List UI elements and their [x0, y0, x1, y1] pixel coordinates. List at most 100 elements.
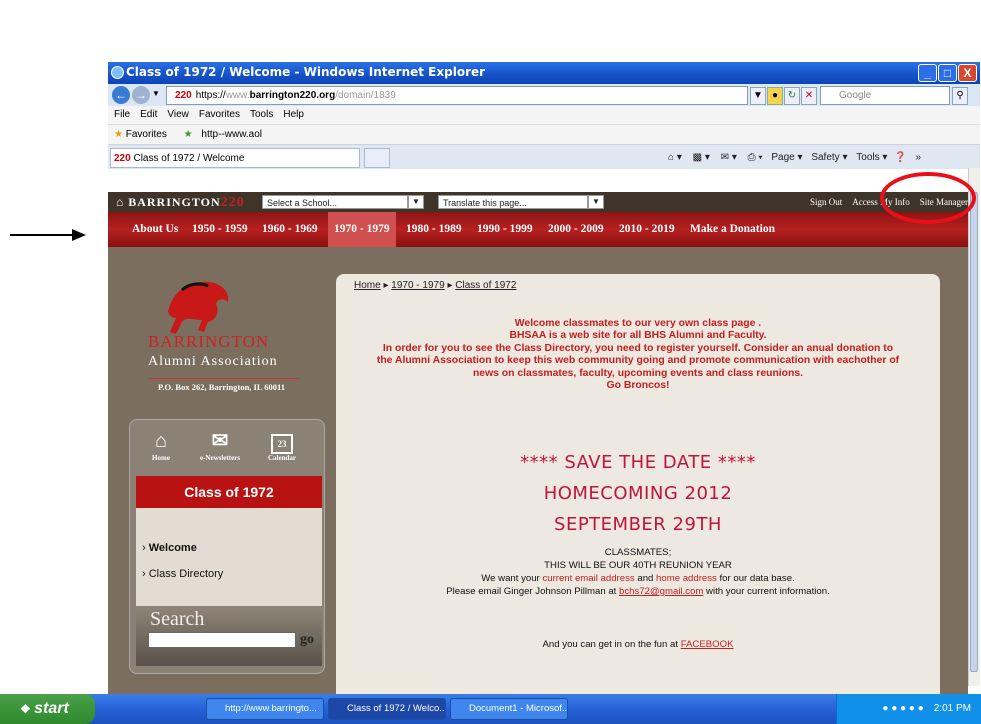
annotation-arrow [10, 229, 86, 241]
bronco-logo-icon [168, 281, 229, 334]
search-input[interactable]: Google [820, 86, 950, 105]
newsletters-shortcut[interactable]: ✉ e-Newsletters [198, 428, 242, 462]
scrollbar-thumb[interactable] [970, 192, 978, 672]
home-icon[interactable]: ⌂ ▾ [668, 152, 682, 163]
sidebar-search-input[interactable] [148, 632, 296, 648]
menu-file[interactable]: File [114, 109, 130, 120]
print-icon[interactable]: ⎙ ▾ [748, 152, 763, 163]
breadcrumb-home[interactable]: Home [354, 280, 381, 291]
mail-icon[interactable]: ✉ ▾ [721, 152, 737, 163]
url-prefix: www. [225, 90, 250, 101]
breadcrumb-1970s[interactable]: 1970 - 1979 [391, 280, 444, 291]
chevron-down-icon[interactable]: ▼ [408, 195, 424, 209]
homecoming-date: SEPTEMBER 29TH [554, 514, 722, 535]
taskbar-item-ie-2[interactable]: Class of 1972 / Welco... [328, 698, 446, 720]
lock-icon[interactable]: ● [767, 87, 783, 105]
menu-edit[interactable]: Edit [140, 109, 157, 120]
refresh-icon[interactable]: ↻ [784, 87, 800, 105]
help-icon[interactable]: ❓ [894, 152, 906, 163]
nav-1990s[interactable]: 1990 - 1999 [477, 212, 533, 247]
nav-make-donation[interactable]: Make a Donation [690, 212, 775, 247]
welcome-line: In order for you to see the Class Direct… [382, 342, 894, 354]
calendar-shortcut[interactable]: 23 Calendar [268, 428, 296, 462]
select-school-dropdown[interactable]: Select a School... [262, 195, 408, 209]
favorites-star-icon: ★ [114, 129, 123, 140]
aol-link[interactable]: http--www.aol [201, 129, 262, 140]
nav-1950s[interactable]: 1950 - 1959 [192, 212, 248, 247]
menu-bar: File Edit View Favorites Tools Help [108, 106, 980, 124]
ie-icon [111, 66, 124, 79]
nav-2000s[interactable]: 2000 - 2009 [548, 212, 604, 247]
menu-tools[interactable]: Tools [250, 109, 273, 120]
history-dropdown-icon[interactable]: ▼ [152, 89, 160, 98]
text: for our data base. [716, 573, 795, 584]
facebook-link[interactable]: FACEBOOK [681, 639, 734, 650]
breadcrumb-class-1972[interactable]: Class of 1972 [455, 280, 516, 291]
url-scheme: https:// [195, 90, 226, 101]
safety-menu[interactable]: Safety ▾ [811, 152, 847, 163]
search-go-button[interactable]: go [300, 632, 314, 648]
save-the-date: **** SAVE THE DATE **** [520, 452, 756, 473]
menu-favorites[interactable]: Favorites [199, 109, 240, 120]
search-placeholder: Google [839, 90, 872, 101]
text: We want your [481, 573, 543, 584]
reunion-info: CLASSMATES; THIS WILL BE OUR 40TH REUNIO… [336, 546, 940, 598]
new-tab-button[interactable] [364, 148, 390, 168]
close-button[interactable]: X [958, 64, 977, 82]
menu-item-welcome[interactable]: › Welcome [142, 542, 197, 554]
email-link[interactable]: bchs72@gmail.com [619, 586, 703, 597]
calendar-day: 23 [271, 434, 293, 454]
tools-menu[interactable]: Tools ▾ [856, 152, 887, 163]
welcome-label: Welcome [148, 542, 197, 554]
house-icon: ⌂ [116, 195, 129, 209]
menu-help[interactable]: Help [283, 109, 304, 120]
url-path: /domain/1839 [335, 90, 396, 101]
nav-1980s[interactable]: 1980 - 1989 [406, 212, 462, 247]
minimize-button[interactable]: _ [918, 64, 937, 82]
address-dropdown-icon[interactable]: ▼ [750, 87, 766, 105]
welcome-line: news on classmates, faculty, upcoming ev… [472, 367, 804, 379]
nav-1970s[interactable]: 1970 - 1979 [328, 212, 396, 247]
chevron-right-icon: › [142, 542, 149, 554]
alumni-association-title: Alumni Association [148, 354, 278, 369]
home-icon: ⌂ [154, 430, 167, 452]
feeds-icon[interactable]: ▩ ▾ [693, 152, 710, 163]
taskbar: ❖ start http://www.barringto... Class of… [0, 694, 981, 724]
address-bar[interactable]: 220 https://www.barrington220.org/domain/… [166, 86, 748, 105]
content-panel: Home ▸ 1970 - 1979 ▸ Class of 1972 Welco… [336, 274, 940, 706]
taskbar-item-ie-1[interactable]: http://www.barringto... [206, 698, 324, 720]
forward-button[interactable]: → [132, 86, 150, 104]
stop-icon[interactable]: ✕ [801, 87, 817, 105]
newsletter-icon: ✉ [211, 430, 229, 452]
barrington-brand[interactable]: ⌂ BARRINGTON220 [116, 192, 245, 213]
newsletters-label: e-Newsletters [199, 454, 241, 462]
welcome-line: BHSAA is a web site for all BHS Alumni a… [509, 330, 767, 342]
menu-item-class-directory[interactable]: › Class Directory [142, 568, 223, 580]
tab-active[interactable]: 220 Class of 1972 / Welcome [110, 148, 360, 168]
translate-dropdown[interactable]: Translate this page... [438, 195, 588, 209]
taskbar-item-word[interactable]: Document1 - Microsof... [450, 698, 568, 720]
search-icon[interactable]: ⚲ [952, 87, 968, 105]
maximize-button[interactable]: □ [938, 64, 957, 82]
chevron-down-icon[interactable]: ▼ [588, 195, 604, 209]
back-button[interactable]: ← [112, 86, 130, 104]
tray-icons[interactable]: ● ● ● ● ● [882, 703, 923, 714]
page-menu[interactable]: Page ▾ [771, 152, 802, 163]
add-favorite-icon[interactable]: ★ [184, 129, 193, 140]
welcome-message: Welcome classmates to our very own class… [336, 318, 940, 392]
clock[interactable]: 2:01 PM [934, 703, 971, 714]
nav-2010s[interactable]: 2010 - 2019 [619, 212, 675, 247]
command-bar: ⌂ ▾ ▩ ▾ ✉ ▾ ⎙ ▾ Page ▾ Safety ▾ Tools ▾ … [668, 148, 968, 168]
address-row: ← → ▼ 220 https://www.barrington220.org/d… [108, 84, 980, 107]
menu-view[interactable]: View [167, 109, 189, 120]
sign-out-link[interactable]: Sign Out [810, 197, 842, 207]
nav-about-us[interactable]: About Us [132, 212, 178, 247]
favorites-bar: ★ Favorites ★ http--www.aol [108, 124, 980, 145]
start-button[interactable]: ❖ start [0, 694, 95, 724]
favorites-button[interactable]: Favorites [126, 129, 167, 140]
tab-logo-icon: 220 [114, 153, 131, 164]
chevron-more-icon[interactable]: » [915, 152, 921, 163]
home-shortcut[interactable]: ⌂ Home [147, 428, 175, 462]
nav-1960s[interactable]: 1960 - 1969 [262, 212, 318, 247]
sidebar-search: Search go [136, 606, 322, 666]
